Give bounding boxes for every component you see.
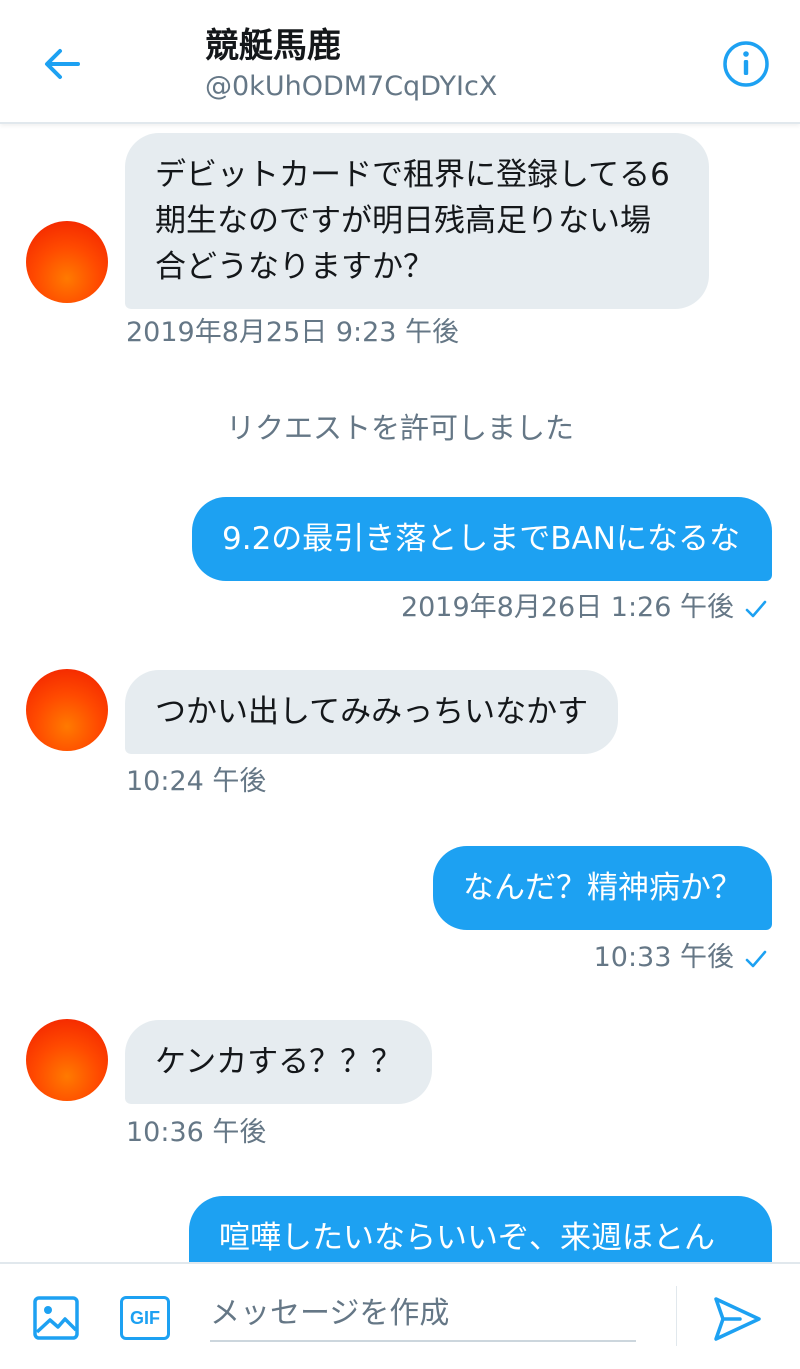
check-icon bbox=[745, 600, 767, 617]
message-status: 2019年8月26日 1:26 午後 bbox=[401, 591, 768, 625]
message-input[interactable] bbox=[210, 1286, 636, 1342]
check-icon bbox=[745, 950, 767, 967]
info-icon bbox=[723, 41, 769, 87]
gif-label: GIF bbox=[130, 1307, 160, 1328]
message-status: 10:33 午後 bbox=[594, 941, 768, 975]
send-icon bbox=[714, 1297, 761, 1341]
avatar[interactable] bbox=[26, 669, 108, 751]
gif-button[interactable]: GIF bbox=[120, 1296, 170, 1340]
message-timestamp: 10:24 午後 bbox=[126, 766, 267, 797]
conversation-header: 競艇馬鹿 @0kUhODM7CqDYIcX bbox=[0, 0, 800, 124]
back-button[interactable] bbox=[38, 40, 86, 88]
avatar[interactable] bbox=[26, 221, 108, 303]
contact-name[interactable]: 競艇馬鹿 bbox=[205, 26, 341, 66]
message-composer: GIF bbox=[0, 1262, 800, 1369]
message-bubble-outgoing[interactable]: なんだ？精神病か？ bbox=[433, 846, 772, 930]
image-icon bbox=[33, 1296, 79, 1340]
contact-handle: @0kUhODM7CqDYIcX bbox=[205, 71, 498, 102]
arrow-left-icon bbox=[45, 49, 80, 79]
media-button[interactable] bbox=[32, 1294, 80, 1342]
divider bbox=[676, 1286, 677, 1346]
message-timestamp: 10:36 午後 bbox=[126, 1117, 267, 1148]
send-button[interactable] bbox=[710, 1292, 764, 1346]
message-timestamp: 2019年8月26日 1:26 午後 bbox=[400, 592, 734, 623]
message-bubble-incoming[interactable]: デビットカードで租界に登録してる6期生なのですが明日残高足りない場合どうなります… bbox=[125, 133, 709, 309]
message-bubble-incoming[interactable]: ケンカする？？？ bbox=[125, 1020, 433, 1104]
message-timestamp: 10:33 午後 bbox=[593, 942, 734, 973]
message-timestamp: 2019年8月25日 9:23 午後 bbox=[126, 317, 460, 348]
info-button[interactable] bbox=[720, 38, 772, 90]
message-bubble-incoming[interactable]: つかい出してみみっちいなかす bbox=[125, 670, 619, 754]
message-bubble-outgoing[interactable]: 9.2の最引き落としまでBANになるな bbox=[192, 497, 772, 581]
system-message: リクエストを許可しました bbox=[225, 411, 574, 445]
avatar[interactable] bbox=[26, 1019, 108, 1101]
